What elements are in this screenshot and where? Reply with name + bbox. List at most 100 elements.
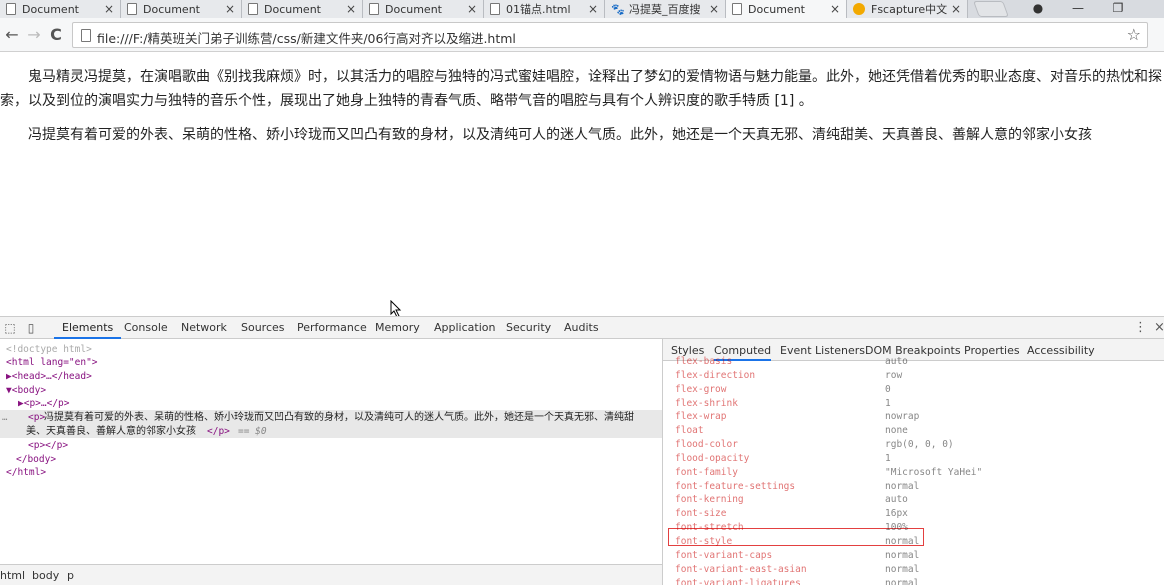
url-text[interactable]: file:///F:/精英班关门弟子训练营/css/新建文件夹/06行高对齐以及… [97, 28, 516, 47]
property-value: normal [885, 536, 920, 547]
computed-row[interactable]: flex-shrink 1 [675, 398, 1155, 412]
device-toolbar-icon[interactable]: ▯ [24, 321, 38, 335]
breadcrumb-p[interactable]: p [67, 569, 74, 582]
p-text-content: 冯提莫有着可爱的外表、呆萌的性格、娇小玲珑而又凹凸有致的身材，以及清纯可人的迷人… [44, 412, 634, 423]
page-icon [732, 3, 742, 15]
page-info-icon[interactable] [81, 29, 91, 42]
tab-sources[interactable]: Sources [233, 317, 293, 339]
doctype-node[interactable]: <!doctype html> [6, 343, 92, 357]
property-value: 1 [885, 398, 891, 409]
breadcrumb: html body p [0, 564, 662, 585]
property-name: font-feature-settings [675, 481, 796, 492]
close-icon[interactable]: × [465, 2, 479, 16]
computed-row[interactable]: font-feature-settings normal [675, 481, 1155, 495]
property-value: 16px [885, 508, 908, 519]
p-text-content-wrap: 美、天真善良、善解人意的邻家小女孩 [26, 426, 196, 437]
tab-network[interactable]: Network [173, 317, 235, 339]
html-node[interactable]: <html lang="en"> [6, 356, 98, 370]
p-node-selected[interactable]: <p> [28, 411, 45, 425]
html-close-tag: </html> [6, 467, 47, 478]
computed-row[interactable]: flex-basis auto [675, 356, 1155, 370]
p-node-empty[interactable]: <p></p> [28, 439, 68, 453]
new-tab-button[interactable] [973, 1, 1009, 17]
tab-memory[interactable]: Memory [367, 317, 428, 339]
computed-row[interactable]: font-stretch 100% [675, 522, 1155, 536]
close-icon[interactable]: × [102, 2, 116, 16]
devtools-panel: ⬚ ▯ Elements Console Network Sources Per… [0, 316, 1164, 585]
browser-tab[interactable]: Document × [242, 0, 363, 18]
close-icon[interactable]: × [707, 2, 721, 16]
computed-row[interactable]: font-variant-ligatures normal [675, 578, 1155, 585]
bookmark-star-icon[interactable]: ☆ [1127, 25, 1141, 44]
p-close-tag: </p> [207, 426, 230, 437]
restore-button[interactable]: ❐ [1098, 0, 1138, 18]
property-value: 100% [885, 522, 908, 533]
browser-tab[interactable]: Document × [0, 0, 121, 18]
close-icon[interactable]: × [949, 2, 963, 16]
more-options-icon[interactable]: ⋮ [1134, 320, 1147, 335]
tab-console[interactable]: Console [116, 317, 176, 339]
computed-row[interactable]: font-variant-east-asian normal [675, 564, 1155, 578]
browser-tab-active[interactable]: Document × [726, 0, 847, 18]
browser-tab[interactable]: Fscapture中文 × [847, 0, 968, 18]
body-node[interactable]: ▼<body> [6, 384, 46, 398]
tab-label: Document [264, 2, 321, 16]
property-value: rgb(0, 0, 0) [885, 439, 954, 450]
elements-tree: … <!doctype html> <html lang="en"> ▶<hea… [0, 339, 662, 564]
user-icon[interactable]: ● [1018, 0, 1058, 18]
body-close-tag: </body> [16, 454, 57, 465]
property-value: normal [885, 578, 920, 585]
tab-label: Document [22, 2, 79, 16]
minimize-button[interactable]: — [1058, 0, 1098, 18]
property-name: font-kerning [675, 494, 744, 505]
styles-sidebar: Styles Computed Event Listeners DOM Brea… [662, 339, 1164, 585]
computed-row[interactable]: flood-color rgb(0, 0, 0) [675, 439, 1155, 453]
tab-label: 冯提莫_百度搜 [629, 3, 701, 16]
page-icon [490, 3, 500, 15]
breadcrumb-body[interactable]: body [32, 569, 59, 582]
forward-arrow-icon[interactable]: → [24, 25, 44, 45]
head-node[interactable]: ▶<head>…</head> [6, 370, 92, 384]
computed-row[interactable]: font-family "Microsoft YaHei" [675, 467, 1155, 481]
inspect-element-icon[interactable]: ⬚ [3, 321, 17, 335]
close-icon[interactable]: × [344, 2, 358, 16]
p-node-collapsed[interactable]: ▶<p>…</p> [18, 397, 69, 411]
computed-row[interactable]: font-style normal [675, 536, 1155, 550]
computed-row[interactable]: flood-opacity 1 [675, 453, 1155, 467]
browser-tab[interactable]: 01锚点.html × [484, 0, 605, 18]
browser-tab[interactable]: Document × [363, 0, 484, 18]
computed-row[interactable]: font-variant-caps normal [675, 550, 1155, 564]
close-icon[interactable]: × [828, 2, 842, 16]
tab-performance[interactable]: Performance [289, 317, 375, 339]
address-bar[interactable]: file:///F:/精英班关门弟子训练营/css/新建文件夹/06行高对齐以及… [72, 22, 1148, 48]
browser-tab[interactable]: Document × [121, 0, 242, 18]
tab-security[interactable]: Security [498, 317, 559, 339]
tab-application[interactable]: Application [426, 317, 503, 339]
tab-strip: Document × Document × Document × Documen… [0, 0, 1164, 18]
tab-audits[interactable]: Audits [556, 317, 607, 339]
property-name: font-variant-ligatures [675, 578, 801, 585]
page-icon [248, 3, 258, 15]
breadcrumb-html[interactable]: html [0, 569, 25, 582]
computed-row[interactable]: flex-grow 0 [675, 384, 1155, 398]
close-devtools-icon[interactable]: × [1154, 320, 1164, 335]
computed-row-font-size[interactable]: font-size 16px [675, 508, 1155, 522]
computed-row[interactable]: flex-direction row [675, 370, 1155, 384]
property-value: nowrap [885, 411, 920, 422]
browser-tab[interactable]: 🐾 冯提莫_百度搜 × [605, 0, 726, 18]
computed-row[interactable]: flex-wrap nowrap [675, 411, 1155, 425]
property-value: none [885, 425, 908, 436]
property-name: font-style [675, 536, 733, 547]
page-content: 鬼马精灵冯提莫，在演唱歌曲《别找我麻烦》时，以其活力的唱腔与独特的冯式蜜娃唱腔，… [0, 52, 1164, 316]
tab-elements[interactable]: Elements [54, 317, 122, 339]
computed-row[interactable]: font-kerning auto [675, 494, 1155, 508]
close-icon[interactable]: × [223, 2, 237, 16]
computed-row[interactable]: float none [675, 425, 1155, 439]
reload-icon[interactable]: C [46, 25, 66, 45]
property-name: flood-opacity [675, 453, 750, 464]
property-name: flex-grow [675, 384, 727, 395]
devtools-tab-bar: ⬚ ▯ Elements Console Network Sources Per… [0, 317, 1164, 339]
close-icon[interactable]: × [586, 2, 600, 16]
tab-label: Fscapture中文 [871, 3, 948, 16]
back-arrow-icon[interactable]: ← [2, 25, 22, 45]
